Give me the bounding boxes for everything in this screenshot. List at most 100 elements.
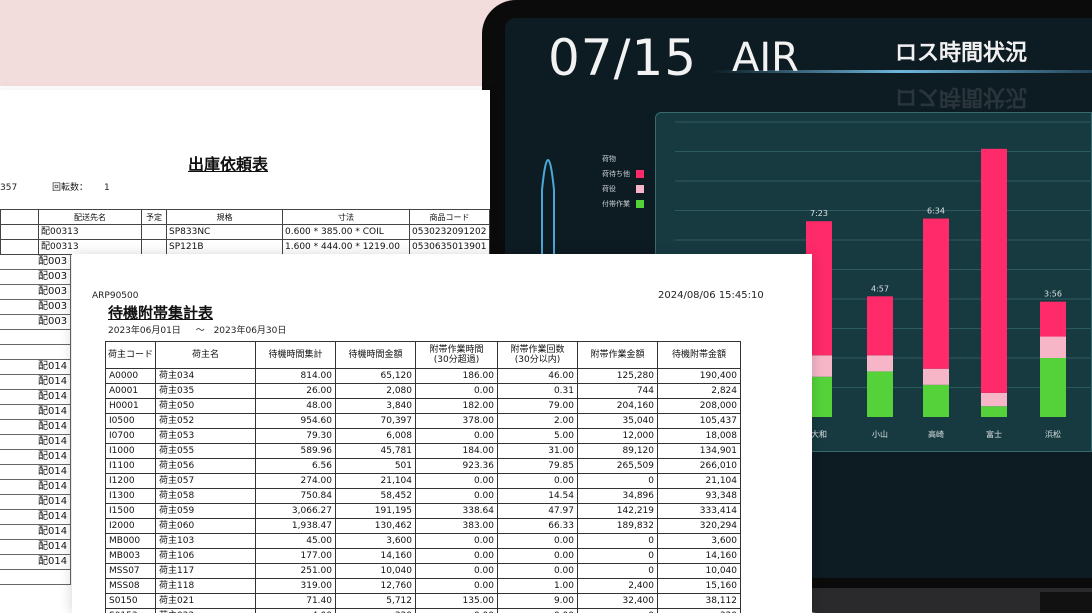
table-cell: SP833NC [166,224,283,240]
table-cell: 38,112 [657,593,741,609]
column-header: 規格 [166,209,283,225]
table-cell [0,239,39,255]
table-cell: 1,938.47 [255,518,336,534]
table-row: 配003 [0,299,71,315]
category-label: 大和 [811,429,827,439]
table-cell: 0.00 [497,548,578,564]
table-row: 配014 [0,524,71,540]
table-cell: 34,896 [577,488,658,504]
table-row: I1200 荷主057 274.00 21,104 0.00 0.00 0 21,104 [105,473,741,489]
table-cell: S0150 [105,593,156,609]
column-header: 荷主コード [105,341,156,369]
table-cell: 58,452 [335,488,416,504]
table-row: S0153荷主0224.003200.000.000320 [105,608,741,613]
table-cell: 266,010 [657,458,741,474]
table-cell: 5.00 [497,428,578,444]
table-cell: MSS07 [105,563,156,579]
table-cell: 21,104 [335,473,416,489]
column-header [0,209,39,225]
legend-swatch [636,200,644,208]
table-cell: 135.00 [415,593,498,609]
table-cell: 47.97 [497,503,578,519]
back-doc-rotation-label: 回転数： [52,183,89,193]
table-cell: 配014 [0,554,71,570]
table-cell: 32,400 [577,593,658,609]
table-cell: 配014 [0,539,71,555]
table-cell: 105,437 [657,413,741,429]
table-cell [141,224,167,240]
table-cell: MSS08 [105,578,156,594]
table-cell: 0.00 [415,578,498,594]
column-header: 待機附帯金額 [657,341,741,369]
table-cell: 配014 [0,479,71,495]
range-start: 2023年06月01日 [108,326,181,336]
table-row: 配014 [0,359,71,375]
table-cell: 2,824 [657,383,741,399]
table-cell: 378.00 [415,413,498,429]
table-cell: 荷主022 [155,608,256,613]
table-cell: 182.00 [415,398,498,414]
table-cell: 923.36 [415,458,498,474]
report-title: 待機附帯集計表 [108,304,214,322]
legend-label: 付帯作業 [602,200,630,208]
table-cell: 14,160 [335,548,416,564]
table-cell: 0.00 [497,563,578,579]
table-cell: 79.30 [255,428,336,444]
table-cell: 0.600 * 385.00 * COIL [282,224,410,240]
table-row: I2000 荷主060 1,938.47 130,462 383.00 66.33 189,… [105,518,741,534]
table-cell: 0 [577,563,658,579]
table-cell: 荷主058 [155,488,256,504]
table-cell: 配003 [0,254,71,270]
table-cell: 0.00 [415,533,498,549]
table-cell: 荷主059 [155,503,256,519]
bar-segment [923,384,949,417]
table-row: 配003 [0,284,71,300]
table-cell: 荷主057 [155,473,256,489]
table-cell: 589.96 [255,443,336,459]
table-cell: I0500 [105,413,156,429]
table-cell: 12,000 [577,428,658,444]
legend-label: 荷役 [602,185,616,193]
table-cell: 9.00 [497,593,578,609]
table-cell: H0001 [105,398,156,414]
table-row: 配014 [0,509,71,525]
table-cell: 荷主034 [155,368,256,384]
table-cell: 配014 [0,494,71,510]
table-cell: 配014 [0,449,71,465]
table-row: 配00313 SP833NC 0.600 * 385.00 * COIL 053023… [0,224,490,240]
dashboard-title-reflection: ロス時間状況 [895,84,1028,109]
table-cell: 荷主055 [155,443,256,459]
table-cell: 4.00 [255,608,336,613]
table-cell: 383.00 [415,518,498,534]
bar-segment [867,371,893,417]
column-header: 商品コード [409,209,490,225]
table-cell: 45,781 [335,443,416,459]
category-label: 浜松 [1045,429,1061,439]
table-cell: 750.84 [255,488,336,504]
table-row: 配014 [0,404,71,420]
table-cell: 190,400 [657,368,741,384]
bar-total-label: 6:34 [927,207,945,216]
legend-item: 荷役 [572,182,652,196]
table-cell: 配00313 [38,239,142,255]
table-row: 配014 [0,539,71,555]
table-cell: 荷主052 [155,413,256,429]
dashboard-title: ロス時間状況 [895,41,1028,66]
table-cell: 0.00 [497,533,578,549]
table-cell: 274.00 [255,473,336,489]
table-row [0,569,71,585]
table-cell: 0.00 [415,488,498,504]
bar-total-label: 4:57 [871,284,889,293]
table-cell: 0 [577,608,658,613]
legend-label: 荷物 [602,155,616,163]
table-cell: 93,348 [657,488,741,504]
column-header: 待機時間集計 [255,341,336,369]
table-cell: 142,219 [577,503,658,519]
table-cell: 79.00 [497,398,578,414]
table-cell: 配014 [0,419,71,435]
table-cell: 0 [577,548,658,564]
table-cell: 配014 [0,524,71,540]
category-label: 富士 [986,429,1002,439]
table-cell: 配003 [0,284,71,300]
column-header: 待機時間金額 [335,341,416,369]
